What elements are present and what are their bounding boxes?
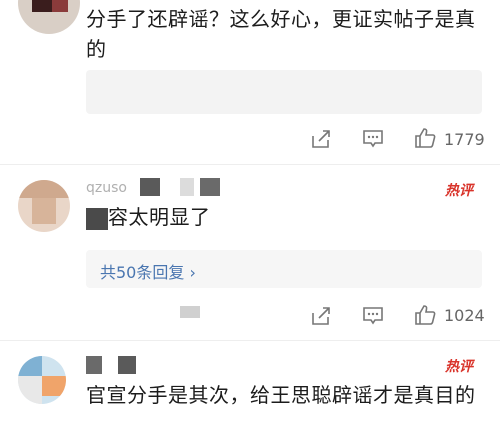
comment-text-line-1: 分手了还辟谣？这么好心，更证实帖子是真 (86, 7, 476, 31)
hot-badge: 热评 (445, 183, 473, 199)
action-bar: 1779 (0, 122, 500, 158)
comment-text-line-2: 的 (86, 37, 107, 61)
comment-icon[interactable] (362, 305, 384, 327)
thumbs-up-icon[interactable] (414, 304, 436, 326)
comment-text: 分手了还辟谣？这么好心，更证实帖子是真 的 (86, 4, 496, 64)
share-icon[interactable] (310, 128, 332, 150)
avatar[interactable] (18, 356, 66, 404)
like-count: 1024 (444, 306, 485, 325)
username[interactable]: qzuso (86, 180, 127, 196)
share-icon[interactable] (310, 305, 332, 327)
mosaic (86, 208, 108, 230)
comment-icon[interactable] (362, 128, 384, 150)
mosaic (200, 178, 220, 196)
like-count: 1779 (444, 130, 485, 149)
mosaic (118, 356, 136, 374)
mosaic (140, 178, 160, 196)
divider (0, 340, 500, 341)
divider (0, 164, 500, 165)
reply-box[interactable]: 共50条回复 › (86, 250, 482, 288)
avatar[interactable] (18, 180, 70, 232)
avatar[interactable] (18, 0, 80, 34)
action-bar: 1024 (0, 297, 500, 333)
blurred-content (86, 70, 482, 114)
mosaic (180, 178, 194, 196)
comment-text: 容太明显了 (108, 205, 211, 229)
hot-badge: 热评 (445, 359, 473, 375)
reply-link[interactable]: 共50条回复 › (100, 259, 196, 283)
thumbs-up-icon[interactable] (414, 127, 436, 149)
comment-text: 官宣分手是其次，给王思聪辟谣才是真目的 (86, 383, 476, 407)
mosaic (86, 356, 102, 374)
